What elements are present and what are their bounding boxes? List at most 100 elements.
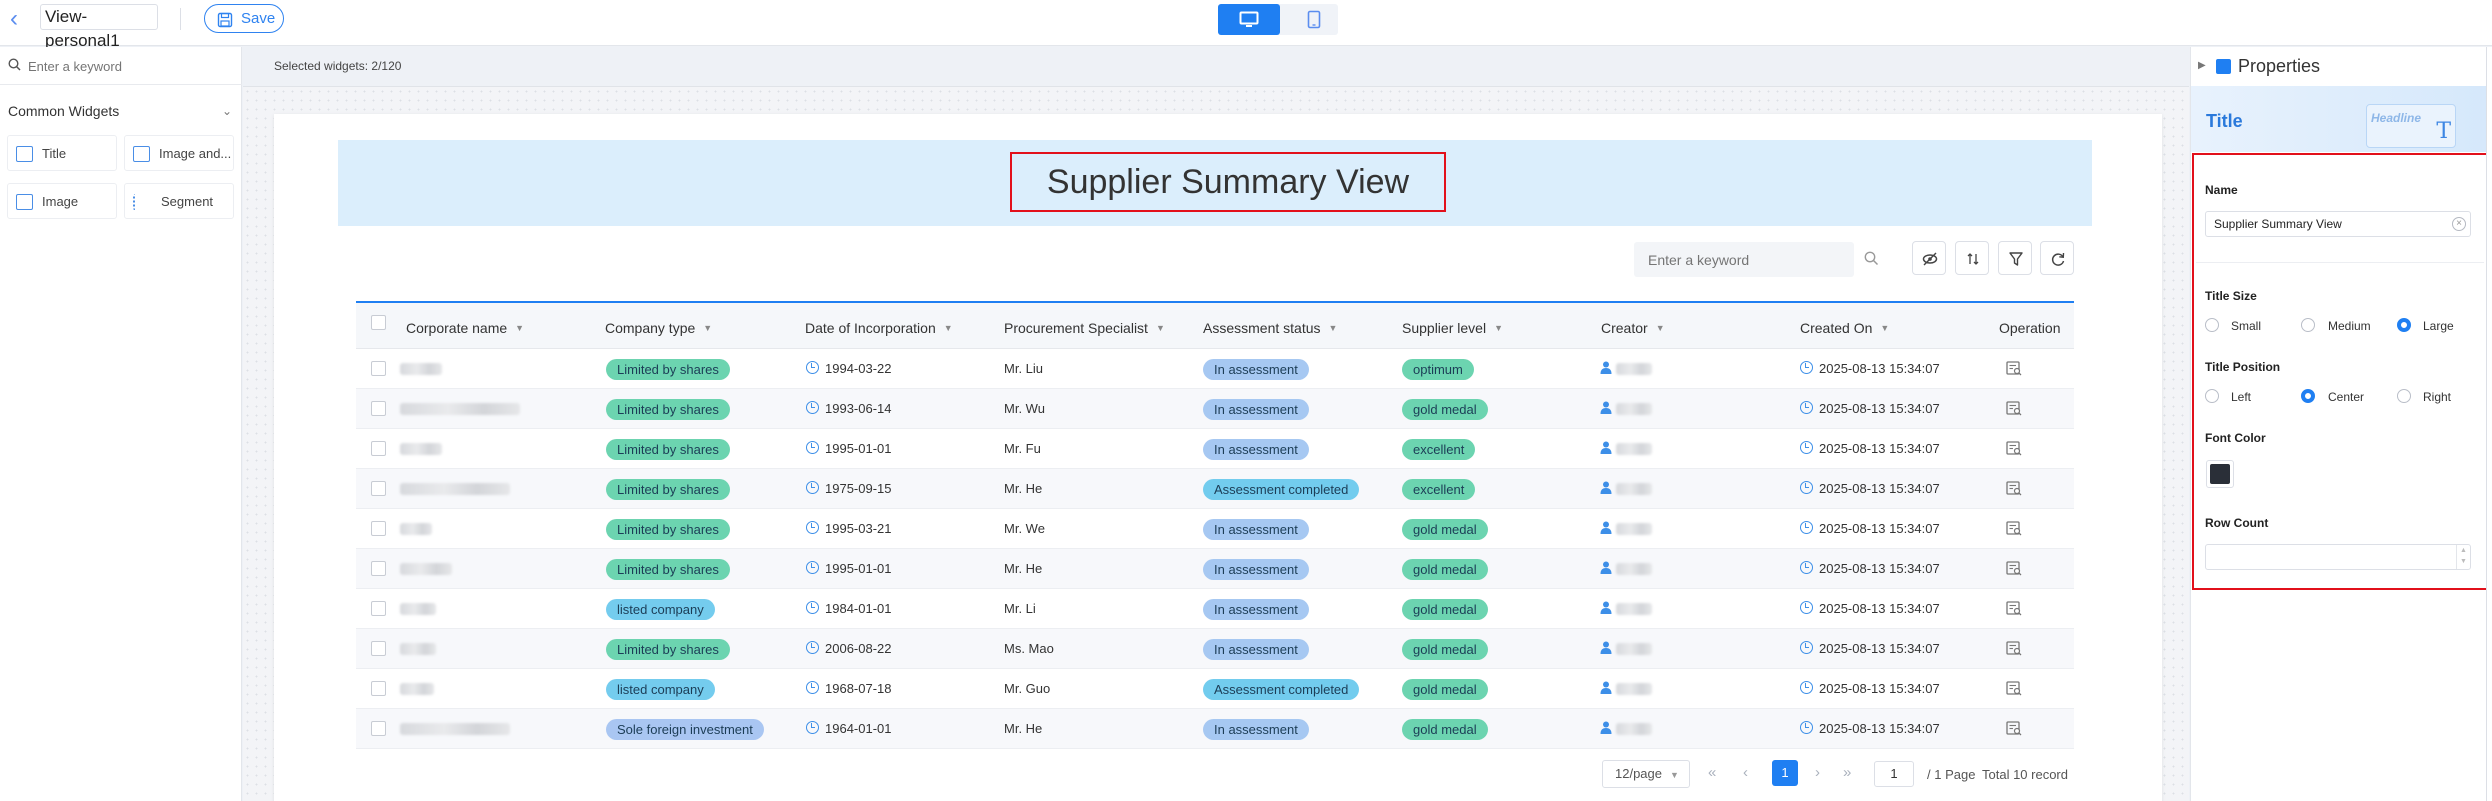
back-chevron-icon[interactable]: ‹ bbox=[10, 6, 18, 32]
view-detail-icon[interactable] bbox=[2006, 481, 2022, 496]
view-detail-icon[interactable] bbox=[2006, 641, 2022, 656]
prev-page-icon[interactable]: ‹ bbox=[1743, 764, 1748, 781]
incorporation-date: 1995-03-21 bbox=[825, 521, 892, 536]
column-header[interactable]: Company type ▼ bbox=[605, 320, 712, 336]
name-input[interactable]: Supplier Summary View bbox=[2205, 211, 2471, 237]
table-row[interactable]: Limited by shares 2006-08-22 Ms. Mao In ass… bbox=[356, 629, 2074, 669]
view-name-input[interactable]: View-personal1 bbox=[40, 4, 158, 50]
table-row[interactable]: listed company 1968-07-18 Mr. Guo Assessmen… bbox=[356, 669, 2074, 709]
last-page-icon[interactable]: » bbox=[1843, 764, 1851, 781]
table-row[interactable]: Limited by shares 1995-01-01 Mr. Fu In asse… bbox=[356, 429, 2074, 469]
table-row[interactable]: Limited by shares 1975-09-15 Mr. He Assessm… bbox=[356, 469, 2074, 509]
widget-card-label: Image and... bbox=[159, 146, 232, 161]
chevron-down-icon[interactable]: ⌄ bbox=[222, 104, 232, 118]
hide-columns-button[interactable] bbox=[1912, 241, 1946, 275]
column-header[interactable]: Procurement Specialist ▼ bbox=[1004, 320, 1165, 336]
clock-icon bbox=[1800, 721, 1813, 734]
clock-icon bbox=[806, 401, 819, 414]
current-page-button[interactable]: 1 bbox=[1772, 760, 1798, 786]
column-header[interactable]: Created On ▼ bbox=[1800, 320, 1889, 336]
desktop-view-button[interactable] bbox=[1218, 4, 1280, 35]
sort-button[interactable] bbox=[1955, 241, 1989, 275]
view-detail-icon[interactable] bbox=[2006, 441, 2022, 456]
procurement-specialist: Mr. Li bbox=[1004, 601, 1036, 616]
position-right-radio[interactable] bbox=[2397, 389, 2411, 403]
column-header[interactable]: Creator ▼ bbox=[1601, 320, 1665, 336]
size-small-radio[interactable] bbox=[2205, 318, 2219, 332]
headline-preview-text: Headline bbox=[2371, 111, 2422, 125]
filter-button[interactable] bbox=[1998, 241, 2032, 275]
position-center-radio[interactable] bbox=[2301, 389, 2315, 403]
row-checkbox[interactable] bbox=[371, 561, 386, 576]
select-all-checkbox[interactable] bbox=[371, 315, 386, 330]
widget-card-segment[interactable]: Segment bbox=[124, 183, 234, 219]
position-center-label: Center bbox=[2328, 390, 2365, 404]
table-row[interactable]: Limited by shares 1994-03-22 Mr. Liu In ass… bbox=[356, 349, 2074, 389]
corporate-name-redacted bbox=[400, 443, 442, 455]
supplier-level-tag: gold medal bbox=[1402, 559, 1488, 580]
widget-card-title[interactable]: Title bbox=[7, 135, 117, 171]
size-medium-radio[interactable] bbox=[2301, 318, 2315, 332]
clear-icon[interactable]: × bbox=[2452, 217, 2466, 231]
clock-icon bbox=[1800, 521, 1813, 534]
page-title[interactable]: Supplier Summary View bbox=[1010, 152, 1446, 212]
stepper-icon[interactable]: ▲ ▼ bbox=[2456, 545, 2470, 569]
view-detail-icon[interactable] bbox=[2006, 721, 2022, 736]
position-left-radio[interactable] bbox=[2205, 389, 2219, 403]
collapse-caret-icon[interactable]: ▶ bbox=[2198, 60, 2206, 71]
user-icon bbox=[1600, 521, 1612, 534]
page-size-select[interactable]: 12/page ▼ bbox=[1602, 760, 1690, 788]
row-checkbox[interactable] bbox=[371, 601, 386, 616]
row-checkbox[interactable] bbox=[371, 401, 386, 416]
view-detail-icon[interactable] bbox=[2006, 601, 2022, 616]
size-large-radio[interactable] bbox=[2397, 318, 2411, 332]
table-row[interactable]: Limited by shares 1993-06-14 Mr. Wu In asse… bbox=[356, 389, 2074, 429]
table-row[interactable]: Limited by shares 1995-01-01 Mr. He In asse… bbox=[356, 549, 2074, 589]
row-checkbox[interactable] bbox=[371, 361, 386, 376]
widget-card-image[interactable]: Image bbox=[7, 183, 117, 219]
view-detail-icon[interactable] bbox=[2006, 561, 2022, 576]
table-row[interactable]: Sole foreign investment 1964-01-01 Mr. He I… bbox=[356, 709, 2074, 749]
font-color-picker[interactable] bbox=[2206, 460, 2234, 488]
table-row[interactable]: listed company 1984-01-01 Mr. Li In assessm… bbox=[356, 589, 2074, 629]
creator-redacted bbox=[1616, 403, 1652, 415]
page-jump-input[interactable]: 1 bbox=[1874, 761, 1914, 787]
table-search-input[interactable] bbox=[1634, 242, 1854, 277]
view-detail-icon[interactable] bbox=[2006, 521, 2022, 536]
row-checkbox[interactable] bbox=[371, 441, 386, 456]
common-widgets-heading[interactable]: Common Widgets bbox=[8, 103, 119, 119]
column-header[interactable]: Date of Incorporation ▼ bbox=[805, 320, 953, 336]
view-detail-icon[interactable] bbox=[2006, 681, 2022, 696]
row-checkbox[interactable] bbox=[371, 521, 386, 536]
search-icon bbox=[8, 58, 21, 71]
name-label: Name bbox=[2205, 183, 2238, 197]
row-checkbox[interactable] bbox=[371, 641, 386, 656]
table-row[interactable]: Limited by shares 1995-03-21 Mr. We In asse… bbox=[356, 509, 2074, 549]
save-button[interactable]: Save bbox=[204, 4, 284, 33]
mobile-view-button[interactable] bbox=[1290, 4, 1338, 35]
corporate-name-redacted bbox=[400, 403, 520, 415]
supplier-level-tag: gold medal bbox=[1402, 639, 1488, 660]
clock-icon bbox=[1800, 561, 1813, 574]
row-count-input[interactable]: ▲ ▼ bbox=[2205, 544, 2471, 570]
widget-card-image-text[interactable]: Image and... bbox=[124, 135, 234, 171]
column-header[interactable]: Corporate name ▼ bbox=[406, 320, 524, 336]
corporate-name-redacted bbox=[400, 523, 432, 535]
search-icon[interactable] bbox=[1864, 251, 1879, 266]
incorporation-date: 1975-09-15 bbox=[825, 481, 892, 496]
column-header[interactable]: Assessment status ▼ bbox=[1203, 320, 1337, 336]
column-header[interactable]: Supplier level ▼ bbox=[1402, 320, 1503, 336]
next-page-icon[interactable]: › bbox=[1815, 764, 1820, 781]
view-detail-icon[interactable] bbox=[2006, 401, 2022, 416]
first-page-icon[interactable]: « bbox=[1708, 764, 1716, 781]
view-detail-icon[interactable] bbox=[2006, 361, 2022, 376]
refresh-button[interactable] bbox=[2040, 241, 2074, 275]
widget-search-input[interactable] bbox=[28, 55, 228, 77]
company-type-tag: Limited by shares bbox=[606, 439, 730, 460]
row-checkbox[interactable] bbox=[371, 681, 386, 696]
title-size-label: Title Size bbox=[2205, 289, 2257, 303]
size-large-label: Large bbox=[2423, 319, 2454, 333]
row-checkbox[interactable] bbox=[371, 481, 386, 496]
row-checkbox[interactable] bbox=[371, 721, 386, 736]
title-position-label: Title Position bbox=[2205, 360, 2281, 374]
